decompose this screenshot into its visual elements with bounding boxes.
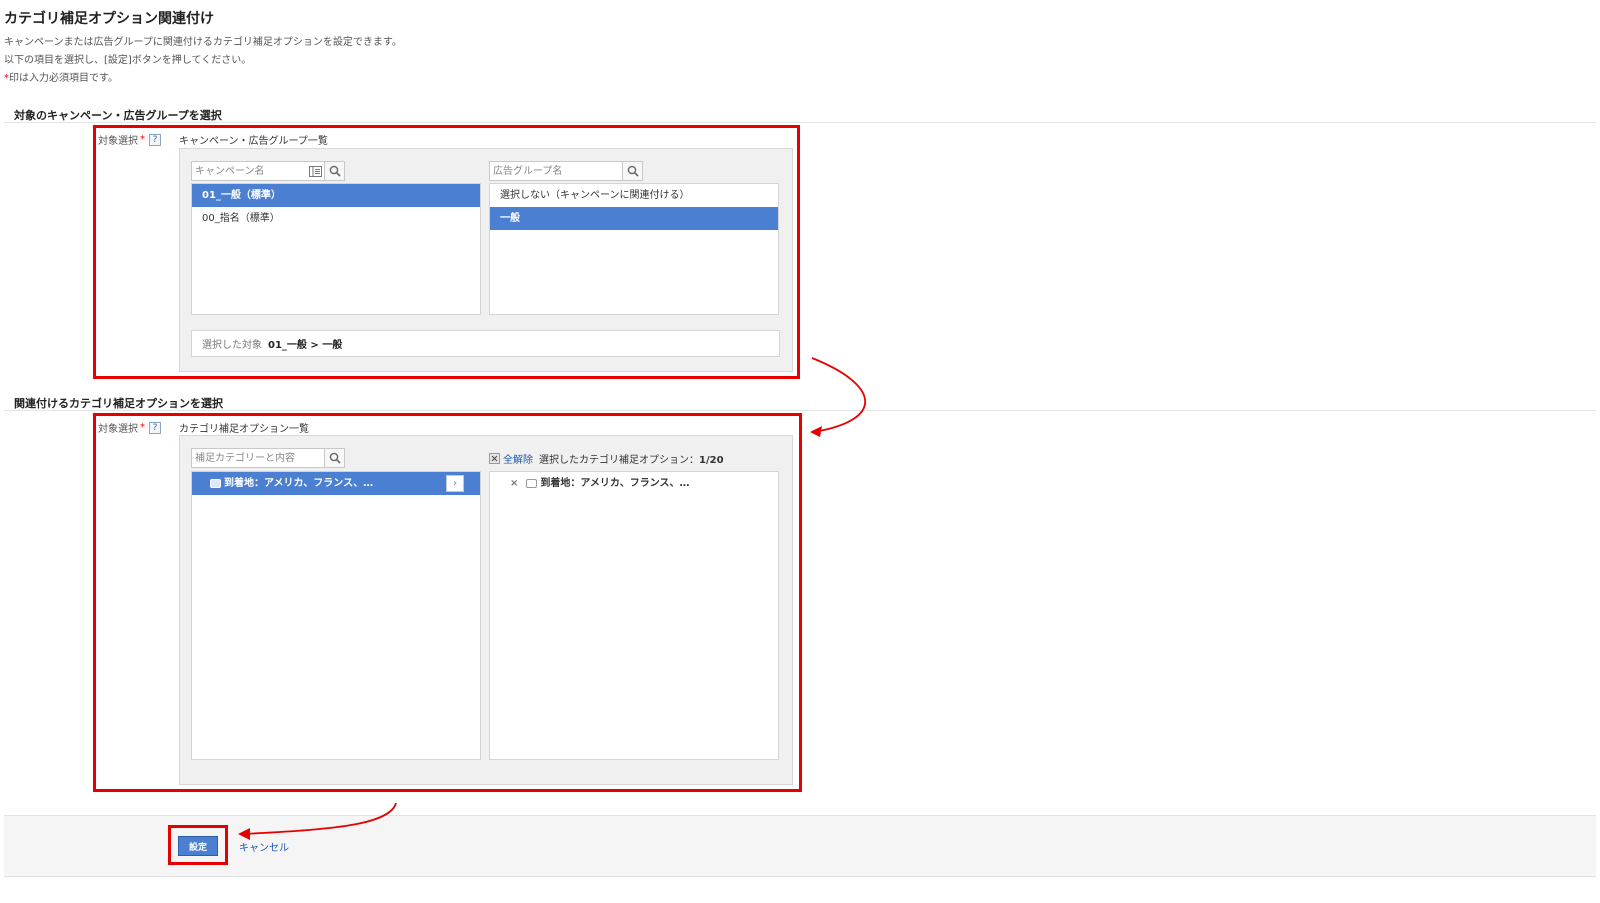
annotation-arrow-2 [241, 802, 397, 835]
annotation-arrowhead-2 [238, 828, 250, 840]
annotation-arrow-1 [811, 357, 867, 433]
annotation-arrowhead-1 [810, 426, 822, 437]
annotation-arrows [238, 357, 867, 840]
